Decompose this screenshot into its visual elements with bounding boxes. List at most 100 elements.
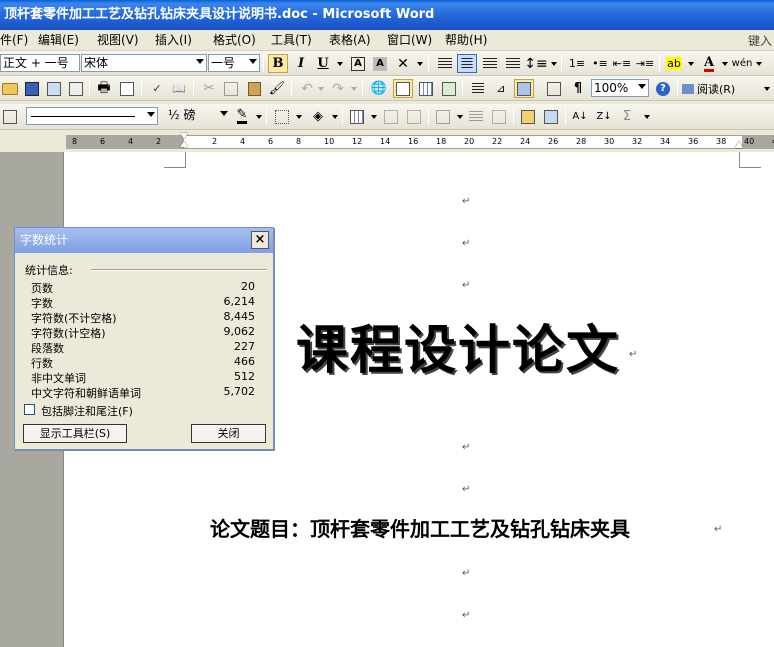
document-map-button[interactable] [514, 79, 534, 98]
paste-button[interactable] [244, 79, 264, 98]
increase-indent-button[interactable]: ⇥≡ [635, 54, 655, 73]
border-color-button[interactable]: ✎ [232, 107, 252, 126]
italic-button[interactable]: I [291, 54, 311, 73]
menu-insert[interactable]: 插入(I) [155, 32, 192, 48]
merge-cells-button[interactable] [381, 107, 401, 126]
drawing-button[interactable]: ⊿ [491, 79, 511, 98]
char-shading-button[interactable]: A [370, 54, 390, 73]
font-color-dropdown-icon[interactable] [722, 62, 728, 66]
align-center-button[interactable] [457, 54, 477, 73]
format-painter-button[interactable]: 🖌 [267, 79, 287, 98]
research-button[interactable]: 📖 [169, 79, 189, 98]
line-weight-combo[interactable]: ½ 磅 [166, 107, 230, 125]
highlight-dropdown-icon[interactable] [688, 62, 694, 66]
draw-table-button[interactable] [0, 107, 20, 126]
include-footnotes-checkbox[interactable] [24, 404, 35, 415]
save-button[interactable] [22, 79, 42, 98]
undo-dropdown-icon[interactable] [318, 87, 324, 91]
show-hide-button[interactable]: ¶ [568, 79, 588, 98]
underline-button[interactable]: U [313, 54, 333, 73]
redo-button[interactable]: ↷ [328, 79, 348, 98]
toolbar-options-icon[interactable] [644, 115, 650, 119]
line-spacing-button[interactable]: ↕≡ [524, 54, 547, 73]
drawing-icon: ⊿ [496, 82, 506, 95]
border-color-dropdown-icon[interactable] [256, 115, 262, 119]
shading-dropdown-icon[interactable] [332, 115, 338, 119]
permission-button[interactable] [44, 79, 64, 98]
line-spacing-dropdown-icon[interactable] [551, 62, 557, 66]
char-scale-dropdown-icon[interactable] [417, 62, 423, 66]
line-style-combo[interactable] [26, 107, 158, 125]
indent-marker[interactable] [180, 133, 189, 151]
email-button[interactable] [66, 79, 86, 98]
cut-button[interactable]: ✂ [199, 79, 219, 98]
autoformat-table-button[interactable] [518, 107, 538, 126]
help-button[interactable]: ? [653, 79, 673, 98]
bold-button[interactable]: B [268, 54, 288, 73]
dialog-close-text-button[interactable]: 关闭 [191, 424, 266, 443]
menu-help[interactable]: 帮助(H) [445, 32, 487, 48]
menu-format[interactable]: 格式(O) [213, 32, 256, 48]
shading-color-button[interactable]: ◈ [308, 107, 328, 126]
menu-file[interactable]: 件(F) [0, 32, 28, 48]
toolbar-options-icon[interactable] [764, 87, 770, 91]
copy-button[interactable] [221, 79, 241, 98]
distribute-columns-button[interactable] [489, 107, 509, 126]
char-border-button[interactable]: A [348, 54, 368, 73]
borders-dropdown-icon[interactable] [296, 115, 302, 119]
justify-button[interactable] [503, 54, 523, 73]
align-left-button[interactable] [435, 54, 455, 73]
numbering-button[interactable]: 1≡ [567, 54, 587, 73]
redo-dropdown-icon[interactable] [351, 87, 357, 91]
phonetic-guide-button[interactable]: wén [731, 54, 753, 73]
sort-ascending-button[interactable]: A↓ [570, 107, 590, 126]
thumbnail-button[interactable] [544, 79, 564, 98]
menu-table[interactable]: 表格(A) [329, 32, 371, 48]
font-combo[interactable]: 宋体 [81, 54, 207, 72]
read-button[interactable]: 阅读(R) [682, 79, 746, 98]
align-right-button[interactable] [480, 54, 500, 73]
right-indent-marker-icon[interactable] [735, 141, 743, 148]
distribute-rows-button[interactable] [466, 107, 486, 126]
align-cell-button[interactable] [433, 107, 453, 126]
hyperlink-button[interactable]: 🌐 [369, 79, 389, 98]
borders-button[interactable] [272, 107, 292, 126]
spelling-button[interactable]: ✓ [147, 79, 167, 98]
open-button[interactable] [0, 79, 20, 98]
insert-table-dropdown-icon[interactable] [371, 115, 377, 119]
zoom-combo[interactable]: 100% [591, 79, 649, 97]
print-button[interactable]: 🖶 [94, 79, 114, 98]
font-color-button[interactable]: A [699, 54, 719, 73]
phonetic-guide-icon: wén [731, 58, 753, 69]
sort-descending-button[interactable]: Z↓ [594, 107, 614, 126]
menu-tools[interactable]: 工具(T) [271, 32, 312, 48]
insert-excel-button[interactable] [439, 79, 459, 98]
highlight-button[interactable]: ab [664, 54, 684, 73]
columns-button[interactable] [468, 79, 488, 98]
insert-table-tb-button[interactable] [347, 107, 367, 126]
dialog-title-bar[interactable]: 字数统计 × [15, 228, 273, 253]
help-question-box[interactable]: 键入 [748, 32, 772, 49]
font-size-combo[interactable]: 一号 [208, 54, 260, 72]
menu-edit[interactable]: 编辑(E) [38, 32, 79, 48]
undo-button[interactable]: ↶ [297, 79, 317, 98]
dialog-close-button[interactable]: × [251, 231, 269, 249]
underline-dropdown-icon[interactable] [337, 62, 343, 66]
tables-borders-button[interactable] [393, 79, 413, 98]
phonetic-dropdown-icon[interactable] [756, 62, 762, 66]
bullets-button[interactable]: •≡ [590, 54, 610, 73]
insert-table-button[interactable] [416, 79, 436, 98]
align-cell-dropdown-icon[interactable] [457, 115, 463, 119]
window-title-bar[interactable]: 顶杆套零件加工工艺及钻孔钻床夹具设计说明书.doc - Microsoft Wo… [0, 0, 774, 30]
show-toolbar-button[interactable]: 显示工具栏(S) [23, 424, 127, 443]
decrease-indent-button[interactable]: ⇤≡ [612, 54, 632, 73]
style-combo[interactable]: 正文 + 一号 [0, 54, 80, 72]
split-cells-button[interactable] [404, 107, 424, 126]
menu-view[interactable]: 视图(V) [97, 32, 139, 48]
autosum-button[interactable]: Σ [617, 107, 637, 126]
print-preview-button[interactable] [117, 79, 137, 98]
paint-bucket-icon: ◈ [313, 109, 323, 124]
menu-window[interactable]: 窗口(W) [387, 32, 432, 48]
text-direction-button[interactable] [541, 107, 561, 126]
char-scale-button[interactable]: ✕ [393, 54, 413, 73]
